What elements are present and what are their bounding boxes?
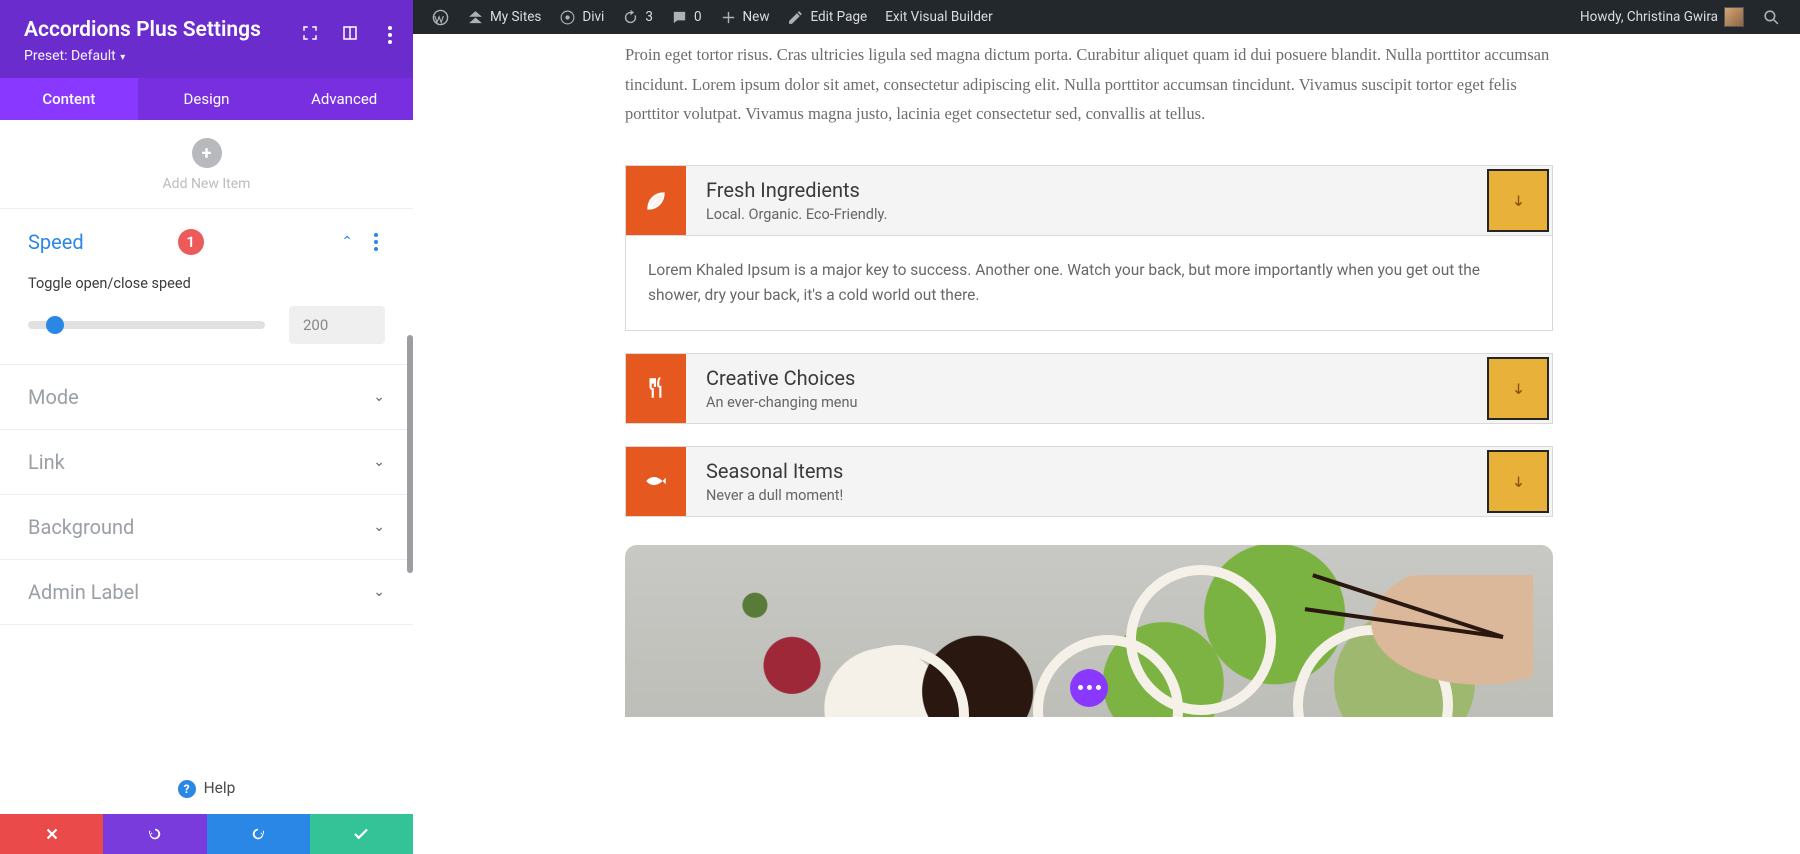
- preset-label: Preset: Default: [24, 48, 116, 64]
- lead-paragraph: Proin eget tortor risus. Cras ultricies …: [625, 40, 1553, 129]
- panel-footer: [0, 814, 413, 854]
- wp-logo[interactable]: [423, 0, 458, 34]
- tab-advanced[interactable]: Advanced: [275, 78, 413, 120]
- site-name-label: Divi: [582, 9, 604, 25]
- expand-icon[interactable]: [301, 24, 319, 46]
- accordion-subtitle: Never a dull moment!: [706, 487, 1464, 504]
- accordion-header[interactable]: Fresh Ingredients Local. Organic. Eco-Fr…: [625, 165, 1553, 236]
- help-link[interactable]: ? Help: [0, 763, 413, 814]
- section-title[interactable]: Speed: [28, 230, 166, 254]
- page-body: Proin eget tortor risus. Cras ultricies …: [413, 34, 1800, 854]
- settings-panel: Accordions Plus Settings Preset: Default…: [0, 0, 413, 854]
- chevron-down-icon: ⌄: [373, 519, 385, 535]
- my-sites[interactable]: My Sites: [458, 0, 550, 34]
- avatar: [1724, 7, 1744, 27]
- chevron-up-icon[interactable]: ⌃: [341, 234, 353, 250]
- help-icon: ?: [178, 780, 196, 798]
- new-label: New: [743, 9, 770, 25]
- section-title: Mode: [28, 385, 373, 409]
- site-name[interactable]: Divi: [550, 0, 613, 34]
- cancel-button[interactable]: [0, 814, 103, 854]
- updates-count: 3: [645, 9, 653, 25]
- utensils-icon: [626, 354, 686, 423]
- comments-count: 0: [694, 9, 702, 25]
- accordion-item: Seasonal Items Never a dull moment!: [625, 446, 1553, 517]
- accordion-body: Lorem Khaled Ipsum is a major key to suc…: [625, 236, 1553, 331]
- speed-slider[interactable]: [28, 321, 265, 329]
- accordion-title: Seasonal Items: [706, 459, 1464, 483]
- panel-header: Accordions Plus Settings Preset: Default…: [0, 0, 413, 78]
- section-title: Admin Label: [28, 580, 373, 604]
- speed-value-input[interactable]: 200: [289, 306, 385, 344]
- more-icon[interactable]: [381, 24, 399, 46]
- section-title: Background: [28, 515, 373, 539]
- module-actions-fab[interactable]: [1070, 669, 1108, 707]
- hero-image: [625, 545, 1553, 717]
- new[interactable]: New: [711, 0, 779, 34]
- comments[interactable]: 0: [662, 0, 711, 34]
- accordion-header[interactable]: Seasonal Items Never a dull moment!: [625, 446, 1553, 517]
- accordion-module: Fresh Ingredients Local. Organic. Eco-Fr…: [625, 165, 1553, 517]
- preset-selector[interactable]: Preset: Default ▾: [24, 48, 389, 64]
- section-background[interactable]: Background⌄: [0, 494, 413, 559]
- howdy-user[interactable]: Howdy, Christina Gwira: [1571, 0, 1753, 34]
- section-admin-label[interactable]: Admin Label⌄: [0, 559, 413, 625]
- annotation-badge: 1: [178, 229, 204, 255]
- add-item-label: Add New Item: [0, 176, 413, 192]
- leaf-icon: [626, 166, 686, 235]
- exit-visual-builder[interactable]: Exit Visual Builder: [876, 0, 1001, 34]
- wireframe-icon[interactable]: [341, 24, 359, 46]
- edit-page[interactable]: Edit Page: [778, 0, 876, 34]
- caret-down-icon: ▾: [118, 52, 126, 63]
- tabs: Content Design Advanced: [0, 78, 413, 120]
- accordion-toggle[interactable]: [1487, 169, 1549, 232]
- chevron-down-icon: ⌄: [373, 454, 385, 470]
- add-item[interactable]: + Add New Item: [0, 120, 413, 208]
- wp-adminbar: My Sites Divi 3 0 New Edit Page Exit Vis…: [413, 0, 1800, 34]
- search-icon[interactable]: [1753, 0, 1790, 34]
- chevron-down-icon: ⌄: [373, 584, 385, 600]
- section-more-icon[interactable]: [367, 233, 385, 251]
- tab-design[interactable]: Design: [138, 78, 276, 120]
- exit-vb-label: Exit Visual Builder: [885, 9, 992, 25]
- section-title: Link: [28, 450, 373, 474]
- accordion-subtitle: Local. Organic. Eco-Friendly.: [706, 206, 1464, 223]
- save-button[interactable]: [310, 814, 413, 854]
- my-sites-label: My Sites: [490, 9, 541, 25]
- section-speed: Speed 1 ⌃ Toggle open/close speed 200: [0, 208, 413, 364]
- fish-icon: [626, 447, 686, 516]
- panel-body: + Add New Item Speed 1 ⌃ Toggle open/clo…: [0, 120, 413, 763]
- preview-area: My Sites Divi 3 0 New Edit Page Exit Vis…: [413, 0, 1800, 854]
- tab-content[interactable]: Content: [0, 78, 138, 120]
- edit-page-label: Edit Page: [810, 9, 867, 25]
- howdy-label: Howdy, Christina Gwira: [1580, 9, 1718, 25]
- accordion-toggle[interactable]: [1487, 450, 1549, 513]
- section-link[interactable]: Link⌄: [0, 429, 413, 494]
- accordion-header[interactable]: Creative Choices An ever-changing menu: [625, 353, 1553, 424]
- accordion-item: Creative Choices An ever-changing menu: [625, 353, 1553, 424]
- redo-button[interactable]: [207, 814, 310, 854]
- accordion-item: Fresh Ingredients Local. Organic. Eco-Fr…: [625, 165, 1553, 331]
- chevron-down-icon: ⌄: [373, 389, 385, 405]
- undo-button[interactable]: [103, 814, 206, 854]
- accordion-subtitle: An ever-changing menu: [706, 394, 1464, 411]
- slider-thumb[interactable]: [46, 316, 64, 334]
- field-label: Toggle open/close speed: [28, 275, 385, 292]
- help-label: Help: [204, 779, 236, 797]
- updates[interactable]: 3: [613, 0, 662, 34]
- accordion-title: Fresh Ingredients: [706, 178, 1464, 202]
- plus-icon: +: [192, 138, 222, 168]
- accordion-toggle[interactable]: [1487, 357, 1549, 420]
- section-mode[interactable]: Mode⌄: [0, 364, 413, 429]
- accordion-title: Creative Choices: [706, 366, 1464, 390]
